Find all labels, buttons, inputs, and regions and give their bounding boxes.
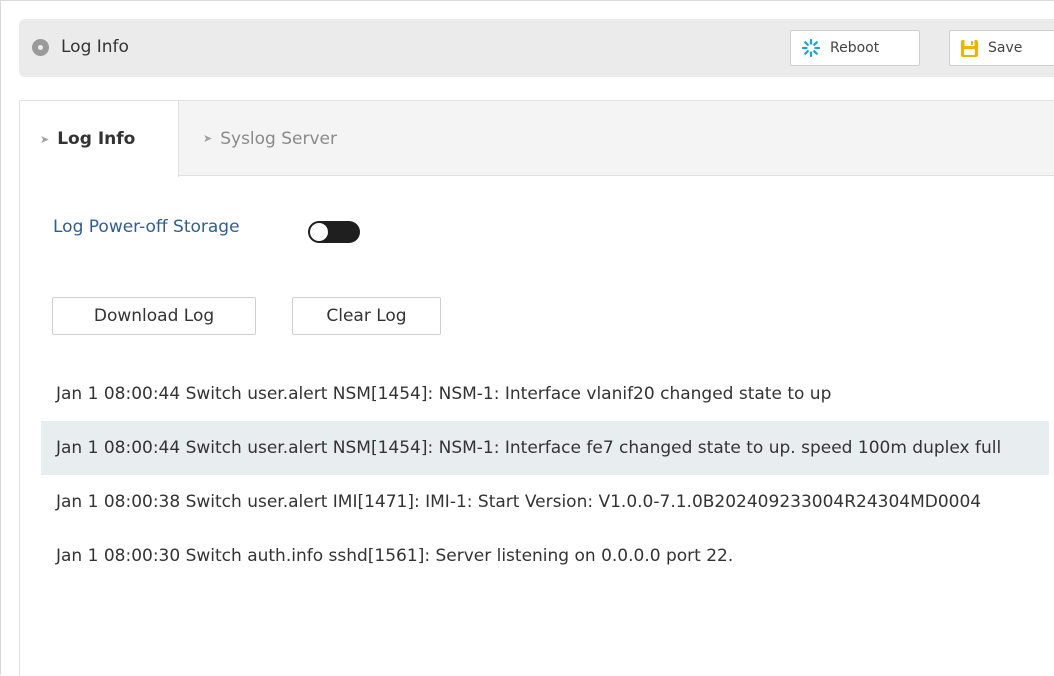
toggle-knob — [310, 223, 328, 241]
reboot-button[interactable]: Reboot — [790, 30, 920, 66]
tab-bar: ➤ Log Info ➤ Syslog Server — [20, 101, 1054, 177]
clear-log-button[interactable]: Clear Log — [292, 297, 441, 335]
save-button[interactable]: Save — [949, 30, 1054, 66]
page-title: Log Info — [61, 37, 129, 57]
log-list: Jan 1 08:00:44 Switch user.alert NSM[145… — [41, 367, 1049, 583]
tab-syslog-server[interactable]: ➤ Syslog Server — [179, 101, 337, 176]
download-log-button[interactable]: Download Log — [52, 297, 256, 335]
app-frame: Log Info Reboot Save ➤ Log Info ➤ Syslog… — [0, 0, 1054, 676]
tab-label: Syslog Server — [220, 128, 337, 149]
log-entry: Jan 1 08:00:38 Switch user.alert IMI[147… — [56, 492, 982, 512]
reboot-label: Reboot — [830, 40, 880, 56]
spinner-icon — [801, 38, 821, 58]
tab-log-info[interactable]: ➤ Log Info — [20, 101, 179, 177]
chevron-right-icon: ➤ — [40, 132, 50, 146]
log-entry: Jan 1 08:00:30 Switch auth.info sshd[156… — [56, 546, 734, 566]
circle-dot-icon — [32, 39, 49, 56]
storage-toggle-label: Log Power-off Storage — [53, 217, 240, 237]
save-label: Save — [988, 40, 1023, 56]
log-entry: Jan 1 08:00:44 Switch user.alert NSM[145… — [56, 384, 832, 404]
log-entry: Jan 1 08:00:44 Switch user.alert NSM[145… — [41, 421, 1049, 475]
page-header: Log Info Reboot Save — [19, 19, 1054, 77]
floppy-icon — [960, 39, 979, 58]
chevron-right-icon: ➤ — [203, 132, 213, 145]
storage-toggle[interactable] — [308, 221, 360, 243]
tab-label: Log Info — [57, 129, 136, 149]
